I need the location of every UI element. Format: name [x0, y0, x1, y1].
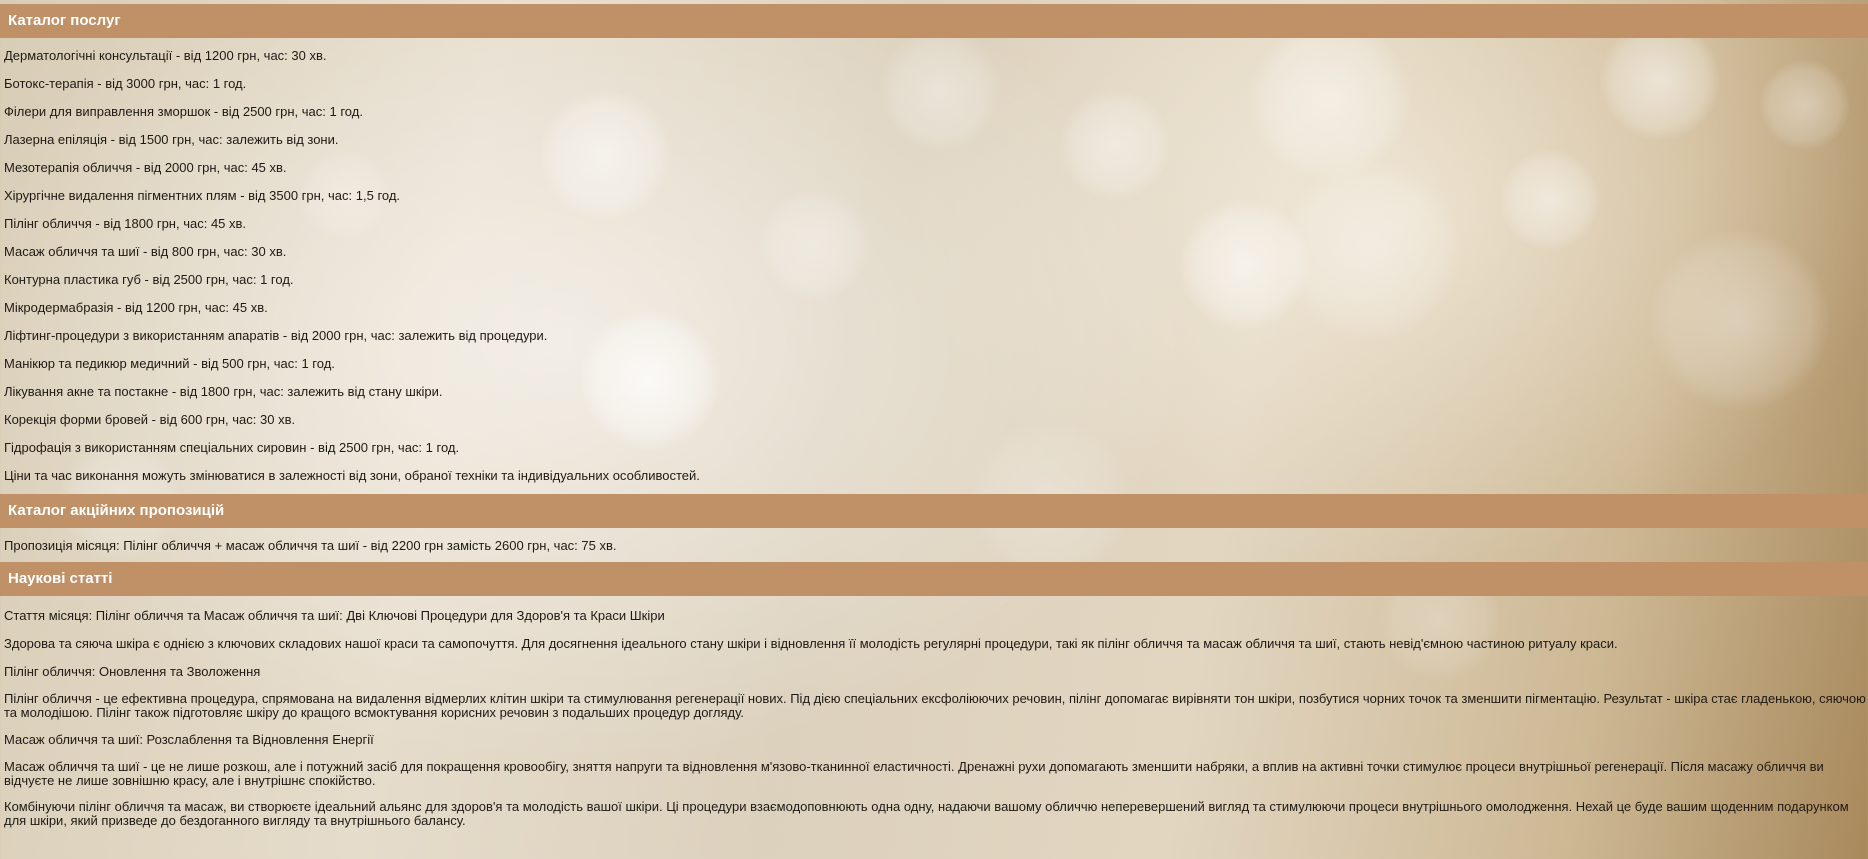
service-item: Масаж обличчя та шиї - від 800 грн, час:… [4, 244, 287, 259]
services-list: Дерматологічні консультації - від 1200 г… [4, 38, 1868, 494]
offers-section: Пропозиція місяця: Пілінг обличчя + маса… [4, 528, 1868, 562]
article-subheading: Пілінг обличчя: Оновлення та Зволоження [4, 664, 261, 679]
service-item: Мікродермабразія - від 1200 грн, час: 45… [4, 300, 268, 315]
offer-of-month: Пропозиція місяця: Пілінг обличчя + маса… [4, 538, 617, 553]
articles-section: Стаття місяця: Пілінг обличчя та Масаж о… [4, 608, 1868, 832]
service-item: Контурна пластика губ - від 2500 грн, ча… [4, 272, 294, 287]
services-note: Ціни та час виконання можуть змінюватися… [4, 468, 700, 483]
service-item: Ліфтинг-процедури з використанням апарат… [4, 328, 548, 343]
service-item: Філери для виправлення зморшок - від 250… [4, 104, 363, 119]
service-item: Лікування акне та постакне - від 1800 гр… [4, 384, 443, 399]
page-content: Каталог послуг Дерматологічні консультац… [0, 0, 1868, 832]
service-item: Гідрофація з використанням спеціальних с… [4, 440, 460, 455]
service-item: Манікюр та педикюр медичний - від 500 гр… [4, 356, 335, 371]
service-item: Мезотерапія обличчя - від 2000 грн, час:… [4, 160, 287, 175]
article-title: Стаття місяця: Пілінг обличчя та Масаж о… [4, 608, 665, 623]
article-subheading: Масаж обличчя та шиї: Розслаблення та Ві… [4, 732, 374, 747]
offers-header: Каталог акційних пропозицій [0, 494, 1868, 528]
service-item: Лазерна епіляція - від 1500 грн, час: за… [4, 132, 339, 147]
article-paragraph: Пілінг обличчя - це ефективна процедура,… [4, 691, 1866, 720]
service-item: Корекція форми бровей - від 600 грн, час… [4, 412, 296, 427]
service-item: Хірургічне видалення пігментних плям - в… [4, 188, 401, 203]
service-item: Пілінг обличчя - від 1800 грн, час: 45 х… [4, 216, 247, 231]
service-item: Ботокс-терапія - від 3000 грн, час: 1 го… [4, 76, 247, 91]
service-item: Дерматологічні консультації - від 1200 г… [4, 48, 327, 63]
article-paragraph: Комбінуючи пілінг обличчя та масаж, ви с… [4, 799, 1849, 828]
services-header: Каталог послуг [0, 4, 1868, 38]
article-paragraph: Здорова та сяюча шкіра є однією з ключов… [4, 636, 1618, 651]
article-paragraph: Масаж обличчя та шиї - це не лише розкош… [4, 759, 1824, 788]
articles-header: Наукові статті [0, 562, 1868, 596]
